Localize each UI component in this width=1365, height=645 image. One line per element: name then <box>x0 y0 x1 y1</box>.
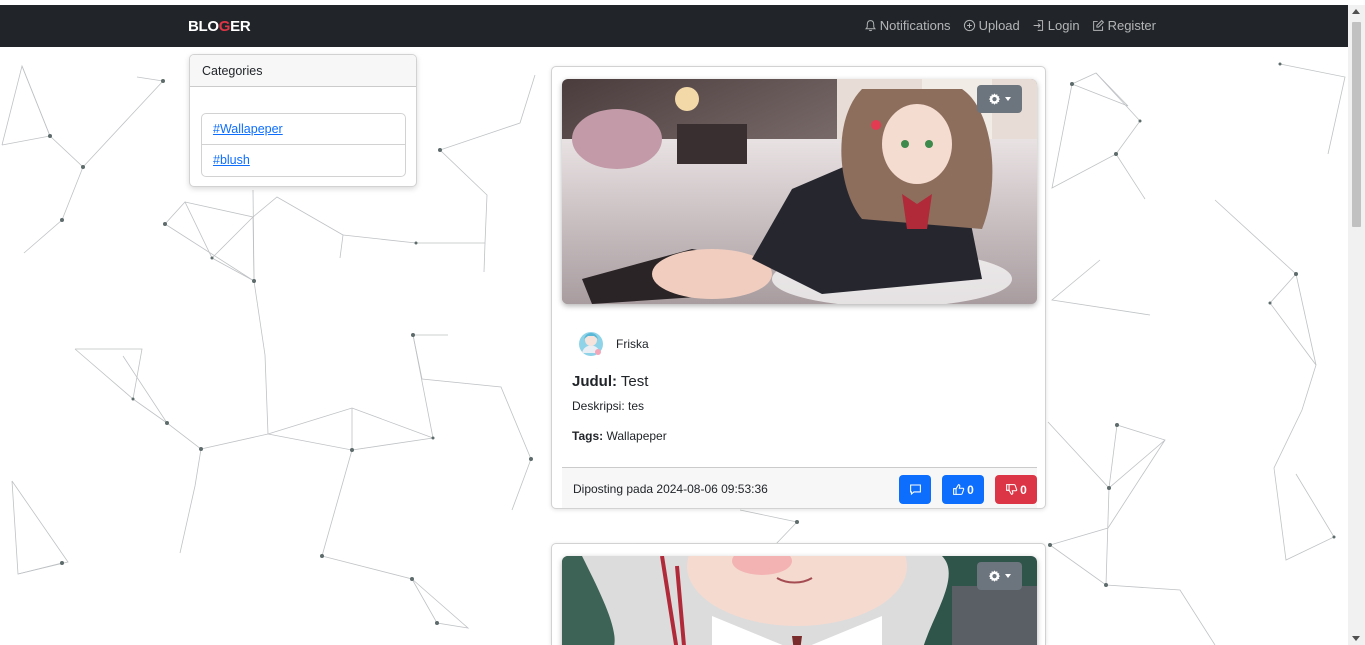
categories-title: Categories <box>190 55 416 87</box>
category-link-blush[interactable]: #blush <box>213 153 250 167</box>
comment-button[interactable] <box>899 475 931 504</box>
post-image[interactable] <box>562 79 1037 304</box>
like-count: 0 <box>967 482 974 497</box>
avatar-image <box>574 327 608 361</box>
post-description: Deskripsi: tes <box>572 399 645 413</box>
post-author: Friska <box>574 327 649 361</box>
category-item: #Wallapeper <box>202 114 405 145</box>
nav-links: Notifications Upload Login Register <box>864 18 1156 33</box>
chevron-down-icon <box>1005 574 1011 578</box>
post-title: Judul: Test <box>572 373 649 390</box>
post-card: Friska Judul: Test Deskripsi: tes Tags: … <box>551 66 1046 509</box>
post-timestamp: Diposting pada 2024-08-06 09:53:36 <box>573 482 768 496</box>
category-item: #blush <box>202 145 405 176</box>
gear-icon <box>988 569 1001 582</box>
thumbs-down-icon <box>1006 484 1018 495</box>
dislike-button[interactable]: 0 <box>995 475 1037 504</box>
post-tags: Tags: Wallapeper <box>572 429 667 443</box>
nav-upload-label: Upload <box>978 18 1020 33</box>
scroll-down-arrow-icon[interactable] <box>1352 636 1360 641</box>
bell-icon <box>864 20 876 32</box>
nav-notifications-label: Notifications <box>879 18 951 33</box>
post-footer: Diposting pada 2024-08-06 09:53:36 0 0 <box>562 467 1037 508</box>
chevron-down-icon <box>1005 97 1011 101</box>
page-scrollbar[interactable] <box>1348 5 1365 645</box>
avatar[interactable] <box>574 327 608 361</box>
plus-circle-icon <box>963 19 975 32</box>
post-card <box>551 543 1046 645</box>
thumbs-up-icon <box>953 484 965 495</box>
post-image-art <box>562 556 1037 645</box>
nav-register-label: Register <box>1107 18 1156 33</box>
gear-icon <box>988 92 1001 105</box>
post-options-button[interactable] <box>977 562 1022 590</box>
author-name: Friska <box>616 337 649 351</box>
brand-logo[interactable]: BLOGER <box>188 18 251 35</box>
categories-list: #Wallapeper #blush <box>201 113 406 177</box>
post-actions: 0 0 <box>899 475 1037 504</box>
post-image-art <box>562 79 1037 304</box>
like-button[interactable]: 0 <box>942 475 984 504</box>
categories-card: Categories #Wallapeper #blush <box>189 54 417 187</box>
nav-notifications-link[interactable]: Notifications <box>864 18 951 33</box>
post-image[interactable] <box>562 556 1037 645</box>
nav-register-link[interactable]: Register <box>1092 18 1156 33</box>
login-icon <box>1033 20 1043 31</box>
comment-icon <box>909 484 921 496</box>
top-navbar: BLOGER Notifications Upload Login Regist… <box>0 5 1348 47</box>
nav-upload-link[interactable]: Upload <box>963 18 1020 33</box>
scroll-thumb[interactable] <box>1352 22 1361 227</box>
nav-login-label: Login <box>1047 18 1080 33</box>
scroll-up-arrow-icon[interactable] <box>1352 9 1360 14</box>
dislike-count: 0 <box>1020 482 1027 497</box>
pencil-square-icon <box>1092 19 1104 31</box>
nav-login-link[interactable]: Login <box>1032 18 1080 33</box>
post-options-button[interactable] <box>977 85 1022 113</box>
category-link-wallapeper[interactable]: #Wallapeper <box>213 122 283 136</box>
